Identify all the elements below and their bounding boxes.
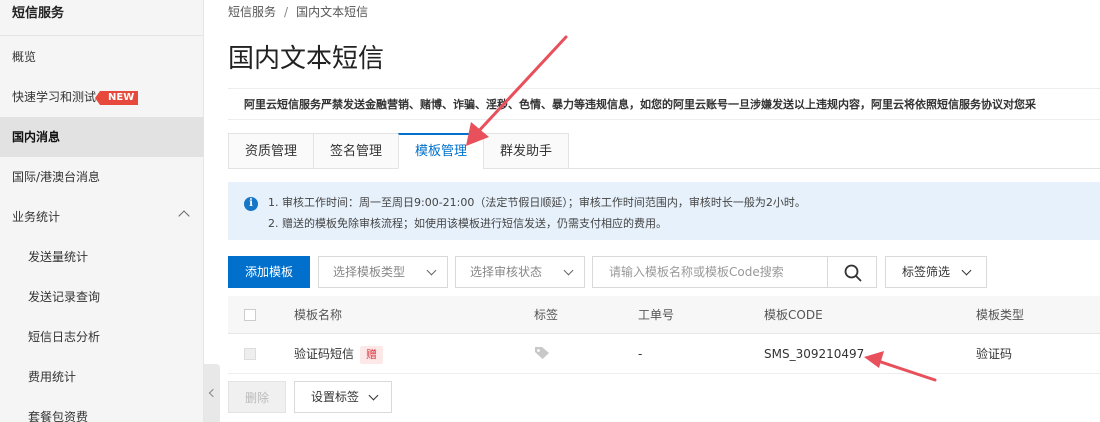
- set-tag-button[interactable]: 设置标签: [294, 381, 392, 413]
- sidebar-item-label: 发送量统计: [28, 250, 89, 264]
- breadcrumb: 短信服务 / 国内文本短信: [228, 3, 368, 20]
- sidebar-item-label: 国内消息: [12, 130, 61, 144]
- chevron-down-icon: [961, 265, 972, 276]
- template-name: 验证码短信: [294, 347, 355, 361]
- template-name-cell: 验证码短信赠: [294, 334, 384, 374]
- tab-template[interactable]: 模板管理: [398, 133, 485, 169]
- sidebar-item-label: 快速学习和测试: [12, 90, 97, 104]
- table-header: 模板名称 标签 工单号 模板CODE 模板类型: [228, 296, 1100, 334]
- tab-signature[interactable]: 签名管理: [313, 133, 400, 169]
- table-row: 验证码短信赠 - SMS_309210497 验证码: [228, 334, 1100, 374]
- sidebar-item-package[interactable]: 套餐包资费: [0, 397, 204, 422]
- info-icon: i: [244, 197, 258, 211]
- template-type-placeholder: 选择模板类型: [333, 265, 406, 279]
- tag-icon[interactable]: [534, 346, 550, 360]
- template-code-cell: SMS_309210497: [764, 347, 865, 361]
- sidebar-item-quick-learn[interactable]: 快速学习和测试 NEW: [0, 77, 204, 117]
- template-type-select[interactable]: 选择模板类型: [318, 256, 448, 288]
- chevron-up-icon: [178, 210, 190, 222]
- column-header-tag: 标签: [534, 308, 559, 322]
- search-button[interactable]: [827, 256, 877, 288]
- new-badge: NEW: [94, 91, 139, 105]
- sidebar-collapse-handle[interactable]: [204, 364, 220, 422]
- info-line-2: 2. 赠送的模板免除审核流程；如使用该模板进行短信发送，仍需支付相应的费用。: [268, 217, 667, 230]
- sidebar-title: 短信服务: [0, 0, 203, 36]
- sidebar-item-send-stats[interactable]: 发送量统计: [0, 237, 204, 277]
- search-icon: [844, 264, 862, 282]
- tag-filter-button[interactable]: 标签筛选: [885, 256, 987, 288]
- sidebar: 短信服务 概览 快速学习和测试 NEW 国内消息 国际/港澳台消息 业务统计 发送…: [0, 0, 204, 422]
- sidebar-item-business-stats[interactable]: 业务统计: [0, 197, 204, 237]
- set-tag-label: 设置标签: [311, 390, 360, 404]
- review-status-select[interactable]: 选择审核状态: [455, 256, 585, 288]
- sidebar-item-overview[interactable]: 概览: [0, 37, 204, 77]
- sidebar-item-label: 业务统计: [12, 210, 61, 224]
- ticket-cell: -: [638, 347, 643, 361]
- sidebar-item-cost-stats[interactable]: 费用统计: [0, 357, 204, 397]
- search-placeholder: 请输入模板名称或模板Code搜索: [609, 265, 784, 279]
- column-header-code: 模板CODE: [764, 308, 823, 322]
- sidebar-item-log-analysis[interactable]: 短信日志分析: [0, 317, 204, 357]
- chevron-down-icon: [426, 265, 437, 276]
- delete-button[interactable]: 删除: [228, 381, 286, 413]
- template-search-input[interactable]: 请输入模板名称或模板Code搜索: [592, 256, 828, 288]
- sidebar-item-send-records[interactable]: 发送记录查询: [0, 277, 204, 317]
- column-header-type: 模板类型: [976, 308, 1025, 322]
- tag-filter-label: 标签筛选: [902, 265, 951, 279]
- tab-bar: 资质管理 签名管理 模板管理 群发助手: [228, 133, 570, 169]
- add-template-button[interactable]: 添加模板: [228, 256, 310, 288]
- sidebar-item-label: 概览: [12, 50, 37, 64]
- chevron-down-icon: [368, 390, 379, 401]
- gift-badge: 赠: [360, 346, 384, 364]
- chevron-left-icon: [208, 388, 218, 398]
- column-header-ticket: 工单号: [638, 308, 675, 322]
- select-all-checkbox[interactable]: [244, 309, 256, 321]
- column-header-name: 模板名称: [294, 308, 343, 322]
- sidebar-item-label: 发送记录查询: [28, 290, 101, 304]
- review-status-placeholder: 选择审核状态: [470, 265, 543, 279]
- template-type-cell: 验证码: [976, 347, 1013, 361]
- tab-bulk-send[interactable]: 群发助手: [483, 133, 570, 169]
- sidebar-item-label: 套餐包资费: [28, 410, 89, 422]
- sidebar-item-label: 国际/港澳台消息: [12, 170, 101, 184]
- sidebar-item-domestic[interactable]: 国内消息: [0, 117, 204, 157]
- tag-cell: [534, 346, 550, 362]
- info-line-1: 1. 审核工作时间：周一至周日9:00-21:00（法定节假日顺延）；审核工作时…: [268, 196, 806, 209]
- sidebar-item-label: 费用统计: [28, 370, 77, 384]
- breadcrumb-current: 国内文本短信: [296, 5, 369, 19]
- sidebar-item-international[interactable]: 国际/港澳台消息: [0, 157, 204, 197]
- row-checkbox: [244, 348, 256, 360]
- sidebar-item-label: 短信日志分析: [28, 330, 101, 344]
- compliance-notice: 阿里云短信服务严禁发送金融营销、赌博、诈骗、淫秽、色情、暴力等违规信息，如您的阿…: [228, 88, 1100, 120]
- review-info-box: i 1. 审核工作时间：周一至周日9:00-21:00（法定节假日顺延）；审核工…: [228, 182, 1100, 240]
- chevron-down-icon: [563, 265, 574, 276]
- page-title: 国内文本短信: [228, 44, 385, 74]
- breadcrumb-separator: /: [284, 5, 289, 19]
- tab-qualification[interactable]: 资质管理: [228, 133, 315, 169]
- breadcrumb-root[interactable]: 短信服务: [228, 5, 276, 19]
